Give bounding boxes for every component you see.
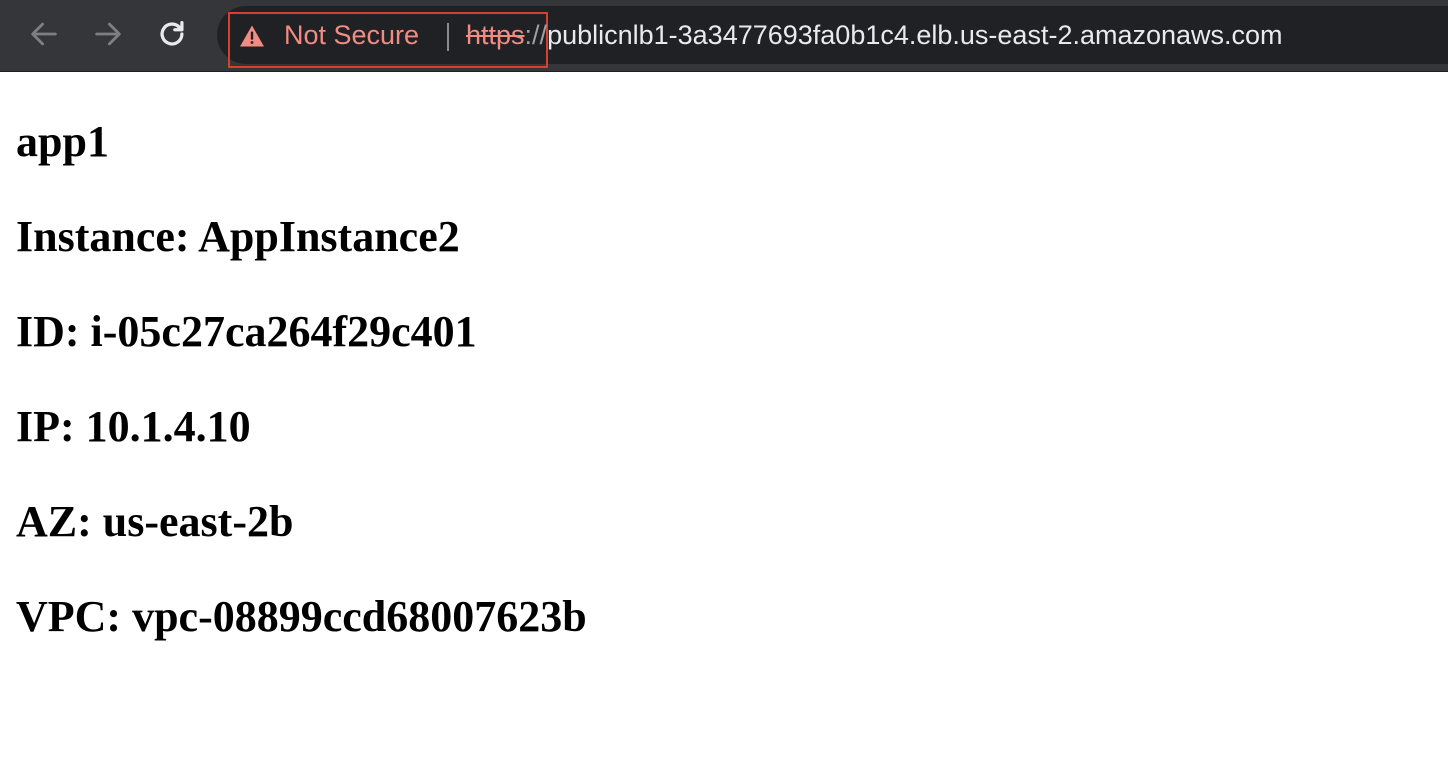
- url-host: publicnlb1-3a3477693fa0b1c4.elb.us-east-…: [547, 20, 1283, 50]
- browser-toolbar: Not Secure https://publicnlb1-3a3477693f…: [0, 0, 1448, 72]
- url-text[interactable]: https://publicnlb1-3a3477693fa0b1c4.elb.…: [466, 19, 1283, 51]
- back-button[interactable]: [24, 14, 64, 54]
- url-separator: ://: [524, 20, 548, 50]
- address-bar[interactable]: Not Secure https://publicnlb1-3a3477693f…: [217, 6, 1448, 68]
- instance-id-heading: ID: i-05c27ca264f29c401: [16, 307, 477, 356]
- not-secure-label[interactable]: Not Secure: [284, 19, 419, 51]
- vpc-id-heading: VPC: vpc-08899ccd68007623b: [16, 592, 587, 641]
- reload-icon: [155, 17, 189, 51]
- url-scheme: https: [466, 20, 525, 50]
- arrow-right-icon: [91, 17, 125, 51]
- forward-button[interactable]: [88, 14, 128, 54]
- reload-button[interactable]: [152, 14, 192, 54]
- warning-triangle-icon: [239, 24, 265, 48]
- arrow-left-icon: [27, 17, 61, 51]
- app-name-heading: app1: [16, 117, 109, 166]
- ip-address-heading: IP: 10.1.4.10: [16, 402, 251, 451]
- instance-heading: Instance: AppInstance2: [16, 212, 460, 261]
- availability-zone-heading: AZ: us-east-2b: [16, 497, 294, 546]
- security-divider: [447, 23, 449, 51]
